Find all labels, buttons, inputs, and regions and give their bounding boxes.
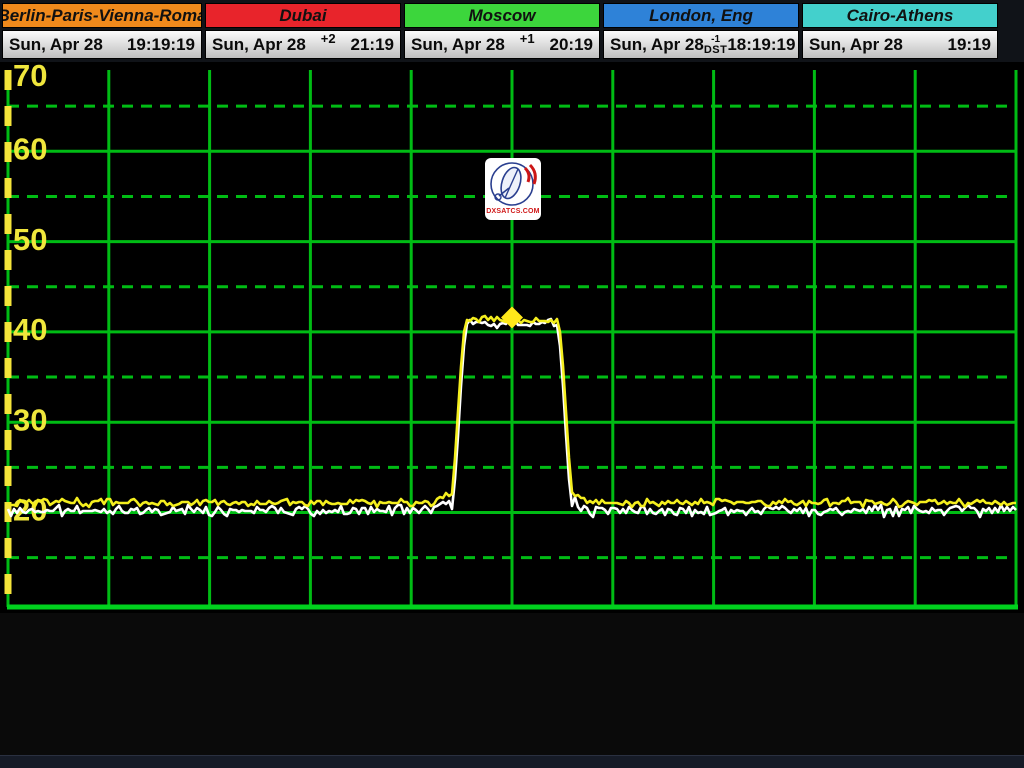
clock-time-row: Sun, Apr 28 -1 DST 18:19:19 (603, 30, 799, 59)
clock-date: Sun, Apr 28 (411, 35, 505, 55)
clock-city-label: Dubai (205, 3, 401, 28)
y-tick-label: 70 (13, 62, 47, 93)
dst-label: DST (704, 45, 728, 56)
clock-panel-london: London, Eng Sun, Apr 28 -1 DST 18:19:19 (603, 0, 799, 62)
spectrum-plot: 706050403020 DXSATCS.COM (0, 62, 1024, 613)
clock-city-label: Moscow (404, 3, 600, 28)
y-tick-label: 30 (13, 402, 47, 437)
clock-time-row: Sun, Apr 28 19:19 (802, 30, 998, 59)
clock-time-row: Sun, Apr 28 +2 21:19 (205, 30, 401, 59)
y-tick-label: 50 (13, 222, 47, 257)
world-clock-bar: Berlin-Paris-Vienna-Roma Sun, Apr 28 19:… (0, 0, 1024, 62)
clock-panel-berlin: Berlin-Paris-Vienna-Roma Sun, Apr 28 19:… (2, 0, 202, 62)
clock-time: 20:19 (550, 35, 593, 55)
clock-panel-dubai: Dubai Sun, Apr 28 +2 21:19 (205, 0, 401, 62)
clock-date: Sun, Apr 28 (212, 35, 306, 55)
y-tick-label: 60 (13, 131, 47, 166)
clock-date: Sun, Apr 28 (809, 35, 903, 55)
utc-offset: +2 (321, 31, 336, 46)
clock-time: 18:19:19 (727, 35, 795, 55)
clock-date: Sun, Apr 28 (9, 35, 103, 55)
satellite-dish-icon (485, 158, 541, 210)
clock-city-label: London, Eng (603, 3, 799, 28)
clock-time: 21:19 (351, 35, 394, 55)
dxsatcs-watermark: DXSATCS.COM (485, 158, 541, 220)
utc-offset: +1 (520, 31, 535, 46)
bottom-edge-strip (0, 755, 1024, 768)
clock-time: 19:19 (948, 35, 991, 55)
dst-offset: -1 DST (704, 35, 728, 56)
clock-time: 19:19:19 (127, 35, 195, 55)
clock-time-row: Sun, Apr 28 19:19:19 (2, 30, 202, 59)
clock-time-row: Sun, Apr 28 +1 20:19 (404, 30, 600, 59)
spectrum-analyzer-screen: Berlin-Paris-Vienna-Roma Sun, Apr 28 19:… (0, 0, 1024, 768)
status-bar: SP 1MHz 9 kHzW 11691.750 MHz. Pwr 51.2 d… (0, 613, 1024, 755)
clock-city-label: Berlin-Paris-Vienna-Roma (2, 3, 202, 28)
spectrum-chart: 706050403020 (0, 62, 1024, 613)
y-tick-label: 40 (13, 312, 47, 347)
watermark-text: DXSATCS.COM (486, 208, 539, 215)
clock-panel-moscow: Moscow Sun, Apr 28 +1 20:19 (404, 0, 600, 62)
clock-date: Sun, Apr 28 (610, 35, 704, 55)
clock-panel-cairo: Cairo-Athens Sun, Apr 28 19:19 (802, 0, 998, 62)
clock-city-label: Cairo-Athens (802, 3, 998, 28)
